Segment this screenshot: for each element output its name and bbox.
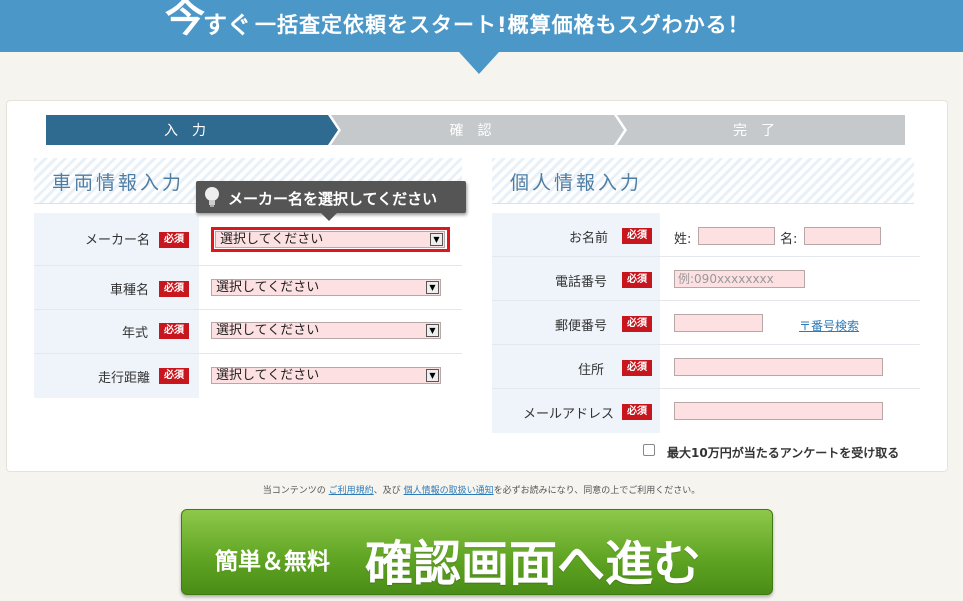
mileage-label: 走行距離 — [98, 371, 151, 386]
maker-label: メーカー名 — [85, 233, 151, 248]
required-badge: 必須 — [159, 323, 189, 339]
vehicle-section-title: 車両情報入力 — [52, 172, 185, 194]
terms-notice: 当コンテンツの ご利用規約、及び 個人情報の取扱い通知を必ずお読みになり、同意の… — [262, 486, 701, 496]
zip-label: 郵便番号 — [555, 319, 608, 334]
year-label: 年式 — [122, 326, 149, 341]
banner-ima: 今 — [165, 0, 205, 41]
step-input: 入力 — [46, 115, 338, 145]
lightbulb-icon — [205, 187, 219, 207]
chevron-down-icon[interactable]: ▼ — [426, 324, 439, 337]
row-mileage: 走行距離 必須 選択してください ▼ — [34, 354, 462, 398]
personal-section-title: 個人情報入力 — [510, 172, 643, 194]
row-zip: 郵便番号 必須 〒番号検索 — [492, 301, 920, 345]
phone-label: 電話番号 — [555, 275, 608, 290]
survey-checkbox[interactable] — [643, 444, 655, 456]
validation-tooltip: メーカー名を選択してください — [196, 181, 466, 221]
chevron-down-icon[interactable]: ▼ — [426, 369, 439, 382]
zip-input[interactable] — [674, 314, 763, 332]
row-model: 車種名 必須 選択してください ▼ — [34, 266, 462, 310]
email-label: メールアドレス — [523, 407, 615, 422]
maker-select-error-highlight — [211, 227, 450, 252]
tooltip-text: メーカー名を選択してください — [228, 190, 438, 208]
model-label: 車種名 — [110, 283, 150, 298]
banner-sugu: すぐ — [203, 11, 251, 39]
proceed-to-confirm-button[interactable]: 簡単＆無料 確認画面へ進む — [181, 509, 773, 595]
privacy-notice-link[interactable]: 個人情報の取扱い通知 — [404, 486, 494, 496]
required-badge: 必須 — [159, 368, 189, 384]
email-input[interactable] — [674, 402, 883, 420]
sei-label: 姓: — [674, 232, 692, 247]
sei-input[interactable] — [698, 227, 775, 245]
personal-section-header: 個人情報入力 — [492, 158, 914, 204]
required-badge: 必須 — [159, 281, 189, 297]
survey-label[interactable]: 最大10万円が当たるアンケートを受け取る — [667, 444, 899, 461]
step-confirm: 確認 — [331, 115, 624, 145]
row-name: お名前 必須 姓: 名: — [492, 213, 920, 257]
zip-search-link[interactable]: 〒番号検索 — [799, 317, 859, 334]
model-select[interactable]: 選択してください ▼ — [211, 279, 441, 296]
progress-steps: 入力 確認 完了 — [46, 115, 905, 145]
banner-arrow — [459, 52, 499, 74]
step-complete: 完了 — [617, 115, 905, 145]
terms-of-use-link[interactable]: ご利用規約 — [329, 486, 374, 496]
row-address: 住所 必須 — [492, 345, 920, 389]
banner-headline: 今 すぐ 一括査定依頼をスタート!概算価格もスグわかる！ — [165, 0, 750, 40]
banner-main-text: 一括査定依頼をスタート!概算価格もスグわかる！ — [255, 13, 750, 37]
cta-main-text: 確認画面へ進む — [365, 536, 702, 592]
mei-input[interactable] — [804, 227, 881, 245]
required-badge: 必須 — [622, 228, 652, 244]
name-label: お名前 — [569, 231, 609, 246]
phone-input[interactable]: 例:090xxxxxxxx — [674, 270, 805, 288]
required-badge: 必須 — [622, 404, 652, 420]
chevron-down-icon[interactable]: ▼ — [426, 281, 439, 294]
required-badge: 必須 — [622, 272, 652, 288]
row-year: 年式 必須 選択してください ▼ — [34, 310, 462, 354]
address-input[interactable] — [674, 358, 883, 376]
mei-label: 名: — [780, 232, 798, 247]
personal-form: お名前 必須 姓: 名: 電話番号 必須 例:090xxxxxxxx 郵便番号 … — [492, 213, 920, 433]
required-badge: 必須 — [622, 360, 652, 376]
row-phone: 電話番号 必須 例:090xxxxxxxx — [492, 257, 920, 301]
mileage-select[interactable]: 選択してください ▼ — [211, 367, 441, 384]
address-label: 住所 — [578, 363, 605, 378]
row-email: メールアドレス 必須 — [492, 389, 920, 433]
required-badge: 必須 — [622, 316, 652, 332]
required-badge: 必須 — [159, 232, 189, 248]
cta-subtext: 簡単＆無料 — [215, 549, 330, 575]
year-select[interactable]: 選択してください ▼ — [211, 322, 441, 339]
